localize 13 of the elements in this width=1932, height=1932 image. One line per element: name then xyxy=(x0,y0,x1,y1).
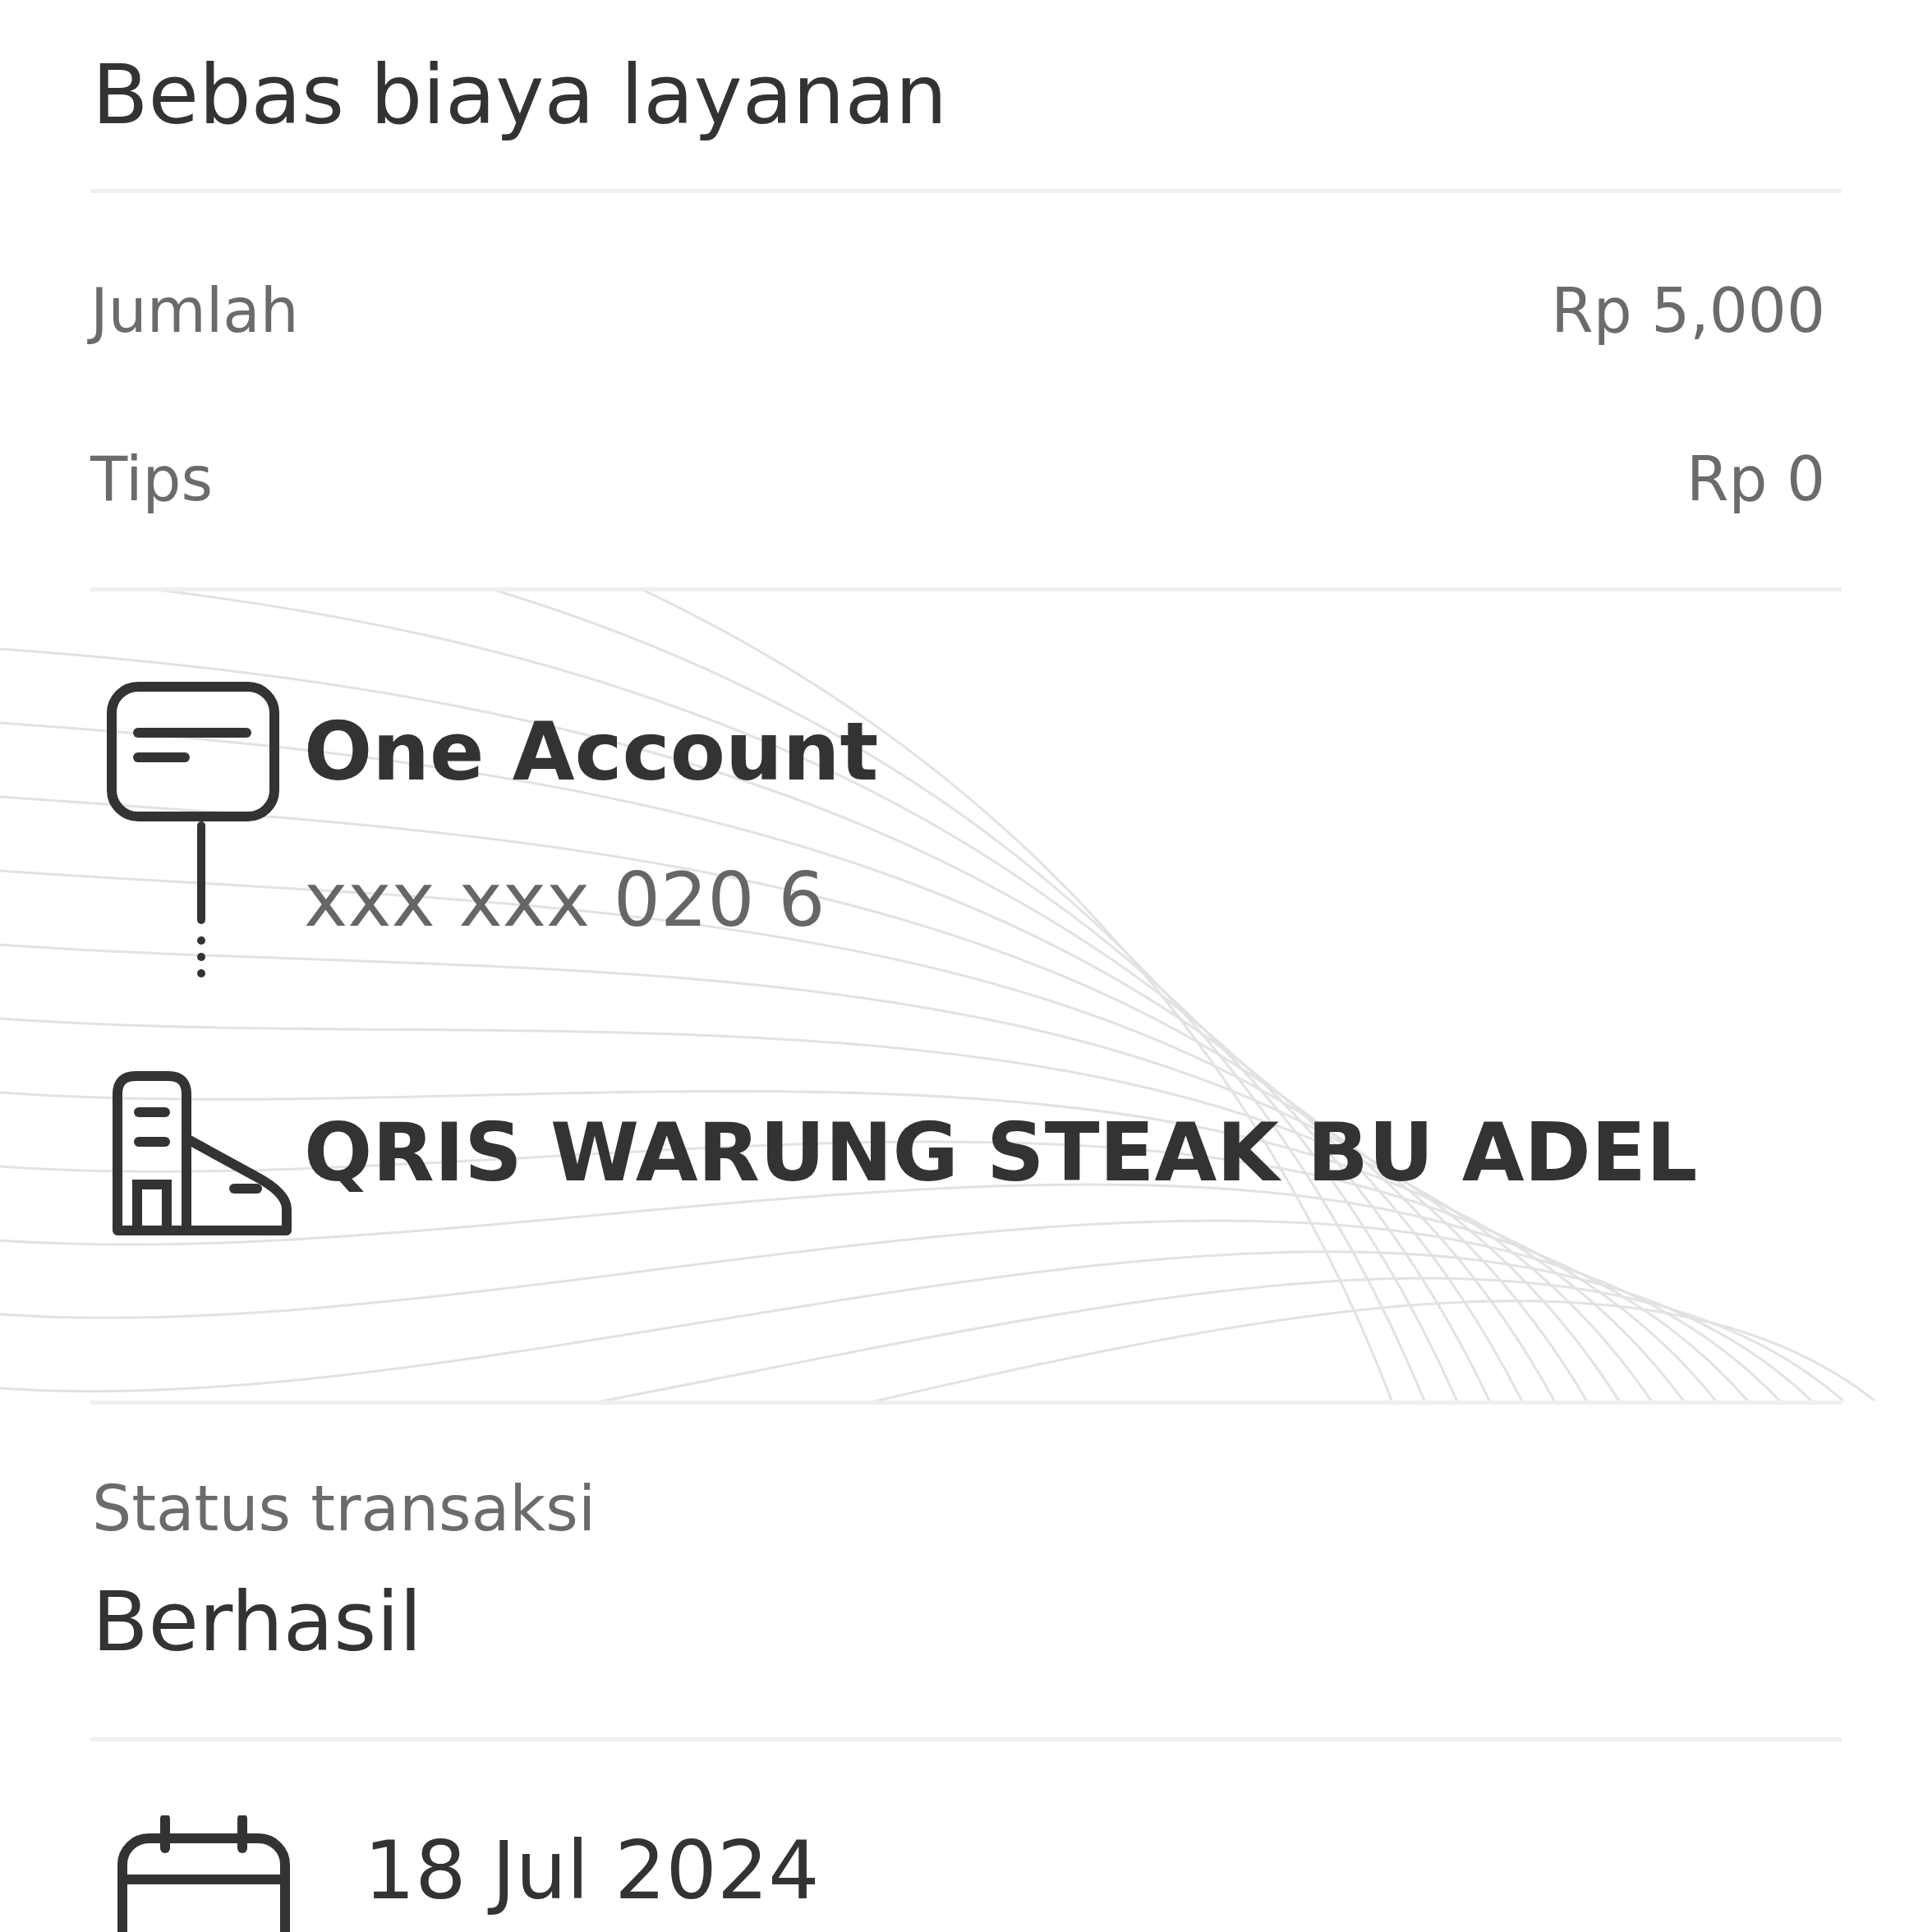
amount-value: Rp 5,000 xyxy=(1551,274,1825,346)
fee-note: Bebas biaya layanan xyxy=(92,46,948,143)
merchant-name: QRIS WARUNG STEAK BU ADEL xyxy=(304,1105,1699,1199)
account-number: xxx xxx 020 6 xyxy=(304,856,826,943)
calendar-icon xyxy=(117,1815,290,1932)
account-name: One Account xyxy=(304,705,880,798)
status-label: Status transaksi xyxy=(92,1472,596,1545)
amount-label: Tips xyxy=(90,443,213,514)
store-icon xyxy=(111,1069,293,1235)
amount-value: Rp 0 xyxy=(1686,443,1825,514)
transaction-date: 18 Jul 2024 xyxy=(364,1823,821,1919)
card-icon xyxy=(107,682,279,821)
status-value: Berhasil xyxy=(92,1574,423,1670)
